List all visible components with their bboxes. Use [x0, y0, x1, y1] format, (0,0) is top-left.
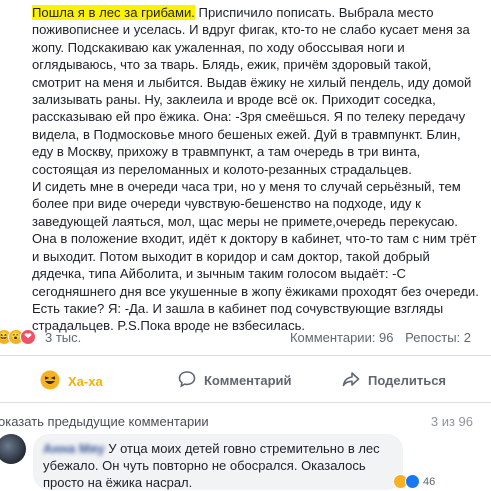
reaction-count[interactable]: 3 тыс.: [45, 330, 81, 345]
comment-icon: [178, 370, 196, 391]
comment-button[interactable]: Комментарий: [178, 370, 292, 391]
like-icon: [405, 474, 420, 489]
post-actions: Ха-ха Комментарий Поделиться: [0, 362, 491, 396]
post-text: Пошла я в лес за грибами. Приспичило поп…: [32, 4, 484, 335]
love-icon: ❤: [20, 329, 36, 345]
divider: [0, 402, 491, 403]
comment-bubble: Анна Мяу У отца моих детей говно стремит…: [33, 434, 403, 490]
show-previous-comments-link[interactable]: оказать предыдущие комментарии: [0, 414, 209, 429]
comment-label: Комментарий: [204, 373, 292, 388]
reactions-bar[interactable]: 😆 😮 ❤ 3 тыс. Комментарии: 96 Репосты: 2: [0, 328, 491, 350]
share-button[interactable]: Поделиться: [342, 370, 446, 391]
haha-button[interactable]: Ха-ха: [40, 370, 103, 393]
share-label: Поделиться: [368, 373, 447, 388]
post-stats: Комментарии: 96 Репосты: 2: [282, 330, 471, 345]
comment-reaction-count: 46: [423, 475, 436, 488]
avatar[interactable]: [0, 434, 26, 464]
highlighted-sentence: Пошла я в лес за грибами.: [32, 5, 195, 20]
comments-count[interactable]: Комментарии: 96: [290, 330, 394, 345]
reposts-count[interactable]: Репосты: 2: [405, 330, 471, 345]
divider: [0, 355, 491, 356]
haha-label: Ха-ха: [68, 374, 103, 389]
post-paragraph-1: Приспичило пописать. Выбрала место пожив…: [32, 5, 472, 177]
share-icon: [342, 370, 360, 391]
comment-reactions[interactable]: 46: [393, 474, 435, 489]
haha-icon: [40, 370, 60, 393]
comments-counter: 3 из 96: [430, 414, 473, 429]
post-paragraph-2: И сидеть мне в очереди часа три, но у ме…: [32, 179, 479, 334]
comment-author[interactable]: Анна Мяу: [43, 441, 105, 456]
